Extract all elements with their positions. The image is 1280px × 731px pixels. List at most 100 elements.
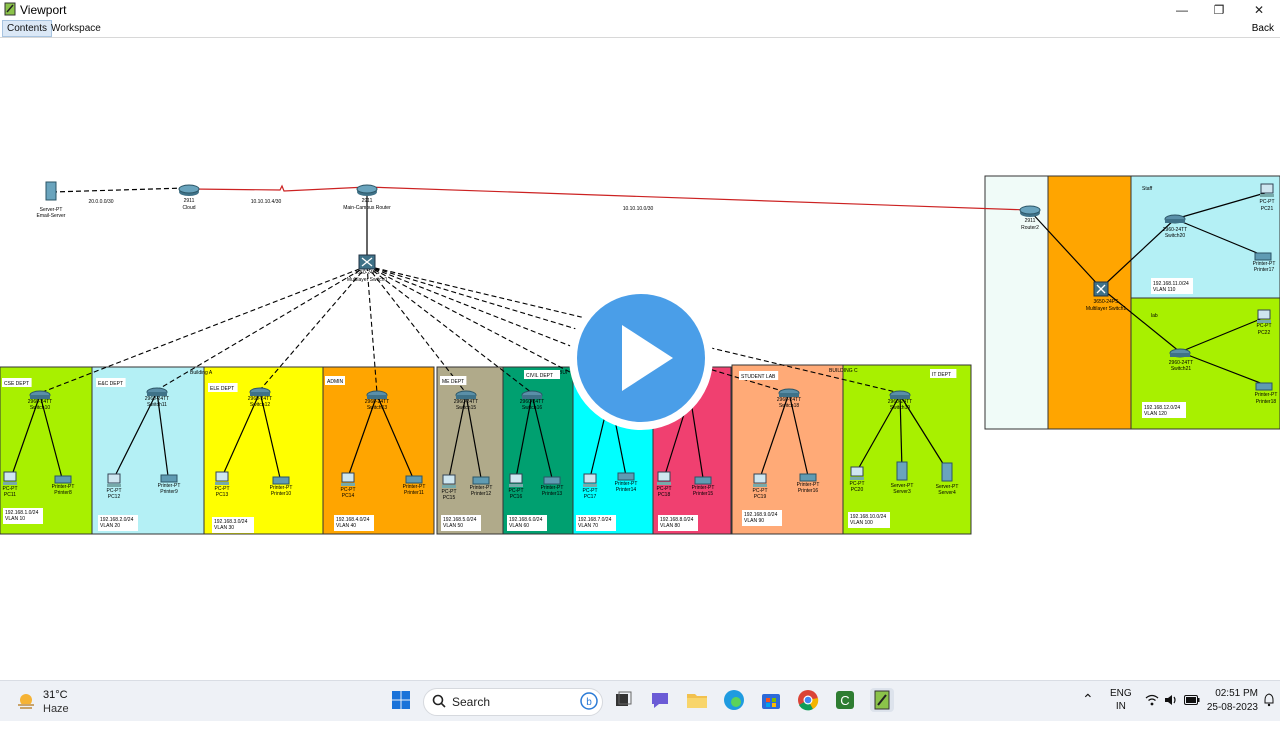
building-b-label: BUI <box>559 370 567 376</box>
pc-icon[interactable] <box>582 473 598 488</box>
printer-icon[interactable] <box>272 476 290 485</box>
pc-icon[interactable] <box>214 471 230 486</box>
packet-tracer-task-icon[interactable] <box>870 688 894 712</box>
multilayer-right-model: 3650-24PS <box>1093 299 1119 305</box>
server-icon[interactable] <box>896 461 908 481</box>
chrome-icon[interactable] <box>796 688 820 712</box>
pc-name: PC18 <box>658 492 671 498</box>
link-label-1: 20.0.0.0/30 <box>88 199 113 205</box>
haze-sun-icon <box>18 694 34 709</box>
maximize-button[interactable]: ❐ <box>1207 2 1231 18</box>
play-button[interactable] <box>569 286 713 430</box>
staff-switch-name: Switch20 <box>1165 233 1186 239</box>
weather-condition: Haze <box>43 703 69 715</box>
camtasia-icon[interactable]: C <box>833 688 857 712</box>
weather-widget[interactable]: 31°C Haze <box>16 687 106 717</box>
workspace-tab[interactable]: Workspace <box>47 21 105 36</box>
pc-name: PC19 <box>754 494 767 500</box>
main-router-icon <box>356 184 378 197</box>
tray-chevron-icon[interactable]: ⌃ <box>1082 691 1094 731</box>
dept-label: ELE DEPT <box>210 386 234 392</box>
switch-name: Switch19 <box>890 405 911 411</box>
edge-icon[interactable] <box>722 688 746 712</box>
vlan-label: VLAN 20 <box>100 523 120 529</box>
pc-icon[interactable] <box>441 474 457 489</box>
switch-icon[interactable] <box>249 387 271 397</box>
close-button[interactable]: ✕ <box>1247 2 1271 18</box>
lab-printer-name: Printer18 <box>1256 399 1277 405</box>
switch-icon[interactable] <box>455 390 477 400</box>
pc-icon[interactable] <box>752 473 768 488</box>
staff-printer-icon <box>1254 252 1272 261</box>
printer-icon[interactable] <box>472 476 490 485</box>
bing-icon: b <box>580 692 598 710</box>
start-icon[interactable] <box>389 688 413 712</box>
router2-icon <box>1019 205 1041 218</box>
staff-label: Staff <box>1142 186 1153 192</box>
back-button[interactable]: Back <box>1252 21 1274 36</box>
pc-icon[interactable] <box>849 466 865 481</box>
printer-icon[interactable] <box>694 476 712 485</box>
switch-name: Switch13 <box>367 405 388 411</box>
temperature: 31°C <box>43 689 68 701</box>
cloud-name: Cloud <box>182 205 195 211</box>
switch-name: Switch11 <box>147 402 167 408</box>
multilayer-switch-icon <box>358 254 376 270</box>
wifi-icon[interactable] <box>1145 694 1159 706</box>
contents-tab[interactable]: Contents <box>2 20 53 37</box>
store-icon[interactable] <box>759 688 783 712</box>
pc-icon[interactable] <box>340 472 356 487</box>
switch-icon[interactable] <box>889 390 911 400</box>
switch-icon[interactable] <box>778 388 800 398</box>
dept-label: E&C DEPT <box>98 381 123 387</box>
system-clock[interactable]: 02:51 PM 25-08-2023 <box>1207 687 1258 715</box>
switch-icon[interactable] <box>366 390 388 400</box>
lab-printer-model: Printer-PT <box>1255 392 1278 398</box>
printer-icon[interactable] <box>405 475 423 484</box>
switch-name: Switch15 <box>456 405 477 411</box>
cloud-model: 2911 <box>184 198 195 204</box>
search-box[interactable]: Search b <box>423 688 603 716</box>
file-explorer-icon[interactable] <box>685 688 709 712</box>
printer-icon[interactable] <box>799 473 817 482</box>
server-icon[interactable] <box>941 462 953 482</box>
switch-name: Switch16 <box>522 405 543 411</box>
multilayer-model: 3650-24PS <box>354 270 380 276</box>
volume-icon[interactable] <box>1164 694 1178 706</box>
pc-icon[interactable] <box>508 473 524 488</box>
lab-label: lab <box>1151 313 1158 319</box>
switch-icon[interactable] <box>29 390 51 400</box>
taskbar: 31°C Haze Search b C ⌃ ENG IN 02:51 PM 2… <box>0 680 1280 721</box>
teams-chat-icon[interactable] <box>648 688 672 712</box>
pc-icon[interactable] <box>106 473 122 488</box>
switch-icon[interactable] <box>521 390 543 400</box>
server-name: Server3 <box>893 489 911 495</box>
multilayer-right-name: Multilayer Switch1 <box>1086 306 1127 312</box>
multilayer-switch-right-icon <box>1093 281 1109 297</box>
staff-pc-model: PC-PT <box>1260 199 1275 205</box>
minimize-button[interactable]: — <box>1170 2 1194 18</box>
title-bar: Viewport — ❐ ✕ <box>0 0 1280 20</box>
clock-time: 02:51 PM <box>1215 688 1258 699</box>
printer-name: Printer16 <box>798 488 819 494</box>
task-view-icon[interactable] <box>611 688 635 712</box>
vlan-label: VLAN 90 <box>744 518 764 524</box>
printer-icon[interactable] <box>54 475 72 484</box>
lang-code: ENG <box>1110 688 1132 699</box>
region-code: IN <box>1115 701 1126 712</box>
pc-name: PC11 <box>4 492 16 498</box>
printer-icon[interactable] <box>160 474 178 483</box>
language-indicator[interactable]: ENG IN <box>1110 687 1132 727</box>
pc-name: PC13 <box>216 492 229 498</box>
notification-icon[interactable] <box>1262 693 1276 707</box>
switch-icon[interactable] <box>146 387 168 397</box>
staff-printer-name: Printer17 <box>1254 267 1275 273</box>
battery-icon[interactable] <box>1184 695 1200 705</box>
printer-icon[interactable] <box>543 476 561 485</box>
building-c-label: BUILDING C <box>829 368 858 374</box>
vlan-label: VLAN 70 <box>578 523 598 529</box>
workspace-canvas[interactable]: Server-PT Email-Server 2911 Cloud 2911 M… <box>0 38 1280 680</box>
pc-icon[interactable] <box>2 471 18 486</box>
pc-icon[interactable] <box>656 471 672 486</box>
printer-icon[interactable] <box>617 472 635 481</box>
